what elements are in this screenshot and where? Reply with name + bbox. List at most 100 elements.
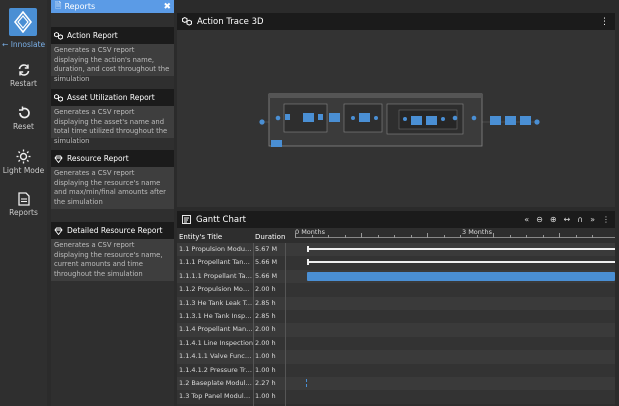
gantt-icon	[182, 215, 191, 224]
action-trace-header: Action Trace 3D ⋮	[177, 13, 615, 30]
table-row[interactable]: 1.3 Top Panel Module Acc...1.00 h	[177, 390, 615, 404]
timeline-tick	[311, 235, 313, 238]
table-row[interactable]: 1.1.1 Propellant Tank Le...5.66 M	[177, 256, 615, 270]
gem-icon	[54, 155, 63, 163]
gantt-table-header: Entity's Title Duration 0 Months 3 Month…	[177, 228, 615, 243]
timeline-tick	[410, 235, 412, 238]
timeline-tick	[295, 233, 296, 238]
timeline-scale: 0 Months 3 Months	[286, 228, 615, 243]
zoom-in-icon[interactable]: ⊕	[550, 215, 557, 224]
reports-title: Reports	[64, 2, 96, 11]
light-mode-icon	[16, 149, 31, 164]
timeline-tick	[344, 235, 346, 238]
gantt-bar[interactable]	[307, 259, 615, 266]
table-row[interactable]: 1.1 Propulsion Module Ac...5.67 M	[177, 243, 615, 257]
collapse-left-icon[interactable]: «	[524, 215, 529, 224]
left-nav: ← Innoslate Restart Reset Light Mode Rep…	[0, 0, 47, 406]
entity-title-cell: 1.1.4.1.2 Pressure Trans...	[179, 365, 253, 374]
close-icon[interactable]: ✖	[163, 2, 171, 12]
timeline-cell	[286, 243, 615, 256]
arrow-left-icon: ←	[2, 40, 9, 49]
timeline-tick	[493, 233, 494, 238]
reports-panel: 🗎 Reports ✖ Action Report Generates a CS…	[51, 0, 174, 406]
duration-cell: 2.00 h	[255, 325, 276, 334]
timeline-cell	[286, 270, 615, 283]
duration-cell: 5.66 M	[255, 271, 278, 280]
entity-title-cell: 1.2 Baseplate Module Acc...	[179, 379, 253, 387]
collapse-right-icon[interactable]: »	[590, 215, 595, 224]
restart-button[interactable]: Restart	[0, 63, 47, 88]
column-header-duration: Duration	[255, 233, 286, 241]
card-title-label: Detailed Resource Report	[67, 226, 163, 235]
entity-title-cell: 1.1.4 Propellant Managem...	[179, 325, 253, 334]
trace-node	[275, 115, 281, 121]
timeline-cell	[286, 256, 615, 269]
timeline-tick	[443, 235, 445, 238]
table-row[interactable]: 1.1.3.1 He Tank Inspection2.85 h	[177, 310, 615, 324]
timeline-tick	[361, 233, 362, 238]
timeline-cell	[286, 377, 615, 390]
entity-title-cell: 1.1.4.1 Line Inspection	[179, 338, 253, 347]
timeline-cell	[286, 337, 615, 350]
zoom-out-icon[interactable]: ⊖	[536, 215, 543, 224]
action-trace-canvas[interactable]	[177, 30, 615, 207]
table-row[interactable]: 1.2 Baseplate Module Acc...2.27 h	[177, 377, 615, 391]
gantt-title: Gantt Chart	[196, 214, 246, 225]
back-link-label: Innoslate	[10, 40, 46, 49]
action-report-button[interactable]: Action Report	[51, 27, 174, 44]
resource-report-button[interactable]: Resource Report	[51, 150, 174, 167]
timeline-cell	[286, 364, 615, 377]
table-row[interactable]: 1.1.4 Propellant Managem...2.00 h	[177, 323, 615, 337]
more-options-icon[interactable]: ⋮	[602, 215, 610, 224]
entity-title-cell: 1.1.1.1 Propellant Tank...	[179, 271, 253, 280]
timeline-cell	[286, 323, 615, 336]
entity-title-cell: 1.1.2 Propulsion Module...	[179, 285, 253, 294]
asset-utilization-report-button[interactable]: Asset Utilization Report	[51, 89, 174, 106]
entity-title-cell: 1.1.4.1.1 Valve Function...	[179, 352, 253, 361]
light-mode-button[interactable]: Light Mode	[0, 149, 47, 175]
table-row[interactable]: 1.1.4.1.2 Pressure Trans...1.00 h	[177, 363, 615, 377]
magnet-icon[interactable]: ∩	[577, 215, 583, 224]
timeline-tick	[575, 235, 577, 238]
trace-diagram	[259, 93, 540, 147]
card-title-label: Asset Utilization Report	[67, 93, 155, 102]
action-trace-title: Action Trace 3D	[197, 16, 264, 27]
reports-icon	[17, 192, 30, 206]
reset-button[interactable]: Reset	[0, 106, 47, 131]
gantt-bar[interactable]	[307, 246, 615, 252]
entity-title-cell: 1.1.3.1 He Tank Inspection	[179, 312, 253, 320]
gantt-bar[interactable]	[307, 271, 615, 281]
timeline-tick	[526, 235, 527, 238]
timeline-label: 0 Months	[295, 228, 325, 236]
document-icon: 🗎	[55, 0, 62, 10]
more-options-icon[interactable]: ⋮	[600, 17, 609, 27]
table-row[interactable]: 1.1.1.1 Propellant Tank... 5.66 M	[177, 269, 615, 284]
app-logo-icon[interactable]	[9, 8, 37, 36]
timeline-tick	[394, 235, 395, 238]
table-row[interactable]: 1.1.3 He Tank Leak Test 2.85 h	[177, 296, 615, 310]
light-mode-label: Light Mode	[2, 166, 45, 175]
table-row[interactable]: 1.1.4.1 Line Inspection 2.00 h	[177, 336, 615, 351]
entity-title-cell: 1.1.3 He Tank Leak Test	[179, 298, 253, 307]
detailed-resource-report-button[interactable]: Detailed Resource Report	[51, 222, 174, 239]
card-title-label: Action Report	[67, 31, 118, 40]
table-row[interactable]: 1.1.4.1.1 Valve Function...1.00 h	[177, 350, 615, 364]
gantt-toolbar: « ⊖ ⊕ ↔ ∩ » ⋮	[524, 215, 610, 224]
timeline-cell	[286, 310, 615, 323]
fit-width-icon[interactable]: ↔	[564, 215, 571, 224]
gantt-bar[interactable]	[306, 379, 308, 387]
reports-button[interactable]: Reports	[0, 192, 47, 217]
gantt-panel: Gantt Chart « ⊖ ⊕ ↔ ∩ » ⋮ Entity's Title…	[177, 211, 615, 406]
trace-node	[259, 119, 265, 125]
duration-cell: 1.00 h	[255, 392, 276, 401]
action-trace-panel: Action Trace 3D ⋮	[177, 13, 615, 207]
back-link[interactable]: ← Innoslate	[2, 40, 45, 49]
card-description: Generates a CSV report displaying the re…	[51, 167, 174, 209]
timeline-tick	[460, 235, 461, 238]
reset-icon	[18, 106, 30, 119]
restart-label: Restart	[10, 79, 37, 88]
table-row[interactable]: 1.1.2 Propulsion Module...2.00 h	[177, 283, 615, 297]
timeline-tick	[328, 235, 329, 238]
timeline-tick	[559, 233, 560, 238]
cubes-icon	[54, 93, 63, 102]
